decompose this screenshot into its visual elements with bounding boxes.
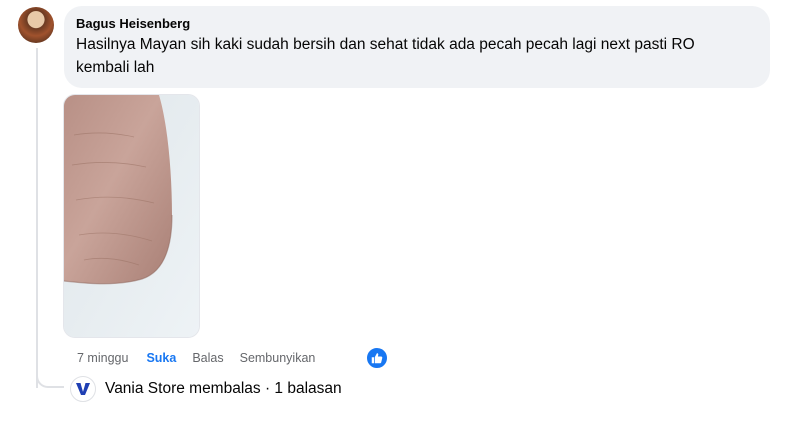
vania-store-logo-icon	[70, 376, 96, 402]
comment-bubble: Bagus Heisenberg Hasilnya Mayan sih kaki…	[64, 6, 770, 88]
avatar[interactable]	[18, 7, 54, 43]
hide-button[interactable]: Sembunyikan	[240, 351, 316, 365]
reply-button[interactable]: Balas	[192, 351, 223, 365]
comment-actions: 7 minggu Suka Balas Sembunyikan	[77, 349, 331, 367]
thread-connector-line	[36, 48, 38, 388]
comment-author[interactable]: Bagus Heisenberg	[76, 15, 758, 32]
comment-photo[interactable]	[63, 94, 200, 338]
comment-thread: Bagus Heisenberg Hasilnya Mayan sih kaki…	[0, 0, 800, 425]
thread-connector-elbow	[36, 362, 64, 388]
like-button[interactable]: Suka	[146, 351, 176, 365]
comment-text: Hasilnya Mayan sih kaki sudah bersih dan…	[76, 36, 695, 76]
reply-summary-text[interactable]: Vania Store membalas · 1 balasan	[105, 380, 342, 398]
thumbs-up-icon[interactable]	[366, 347, 388, 369]
foot-heel-image	[64, 95, 199, 337]
comment-timestamp[interactable]: 7 minggu	[77, 351, 128, 365]
view-replies-link[interactable]: Vania Store membalas · 1 balasan	[70, 376, 342, 402]
